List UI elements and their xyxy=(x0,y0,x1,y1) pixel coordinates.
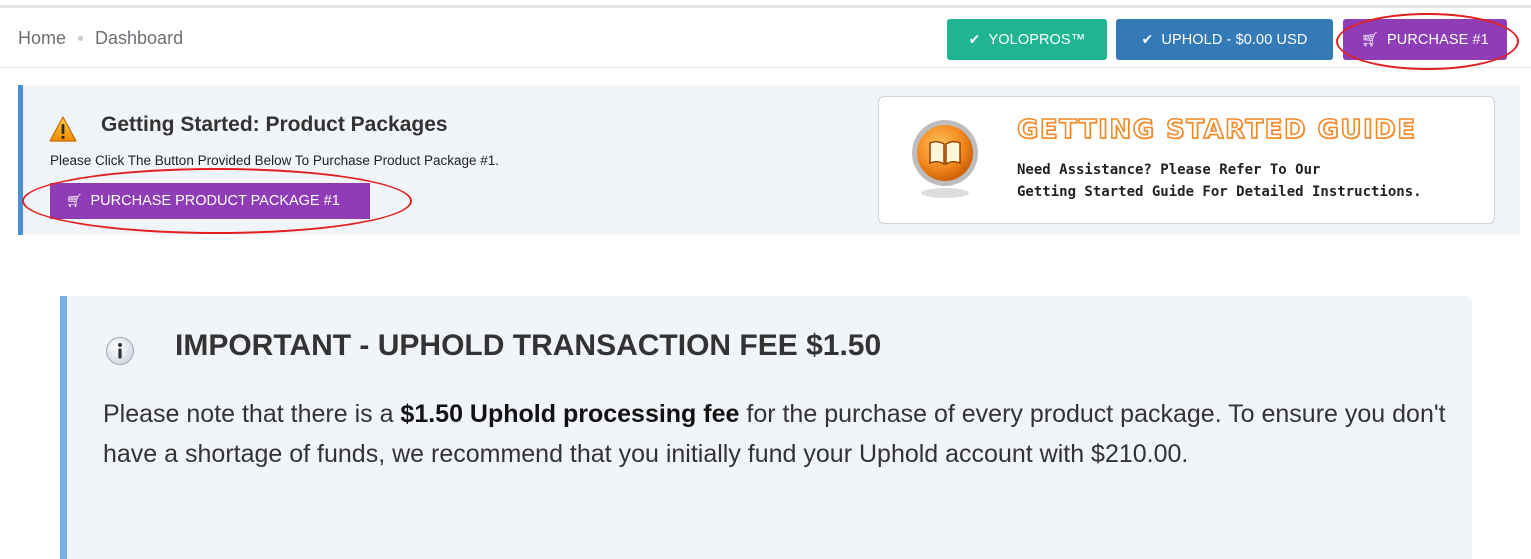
yolopros-label: YOLOPROS™ xyxy=(988,31,1086,48)
purchase-product-package-button[interactable]: 🛒︎ PURCHASE PRODUCT PACKAGE #1 xyxy=(50,183,370,219)
getting-started-title: Getting Started: Product Packages xyxy=(101,113,448,136)
guide-line-2: Getting Started Guide For Detailed Instr… xyxy=(1017,184,1422,200)
cart-icon: 🛒︎ xyxy=(1361,31,1380,47)
breadcrumb-current: Dashboard xyxy=(95,28,184,48)
check-icon: ✔ xyxy=(968,31,981,47)
guide-line-1: Need Assistance? Please Refer To Our xyxy=(1017,162,1321,178)
uphold-label: UPHOLD - $0.00 USD xyxy=(1161,31,1308,48)
purchase-product-package-label: PURCHASE PRODUCT PACKAGE #1 xyxy=(90,193,340,209)
guide-subtitle: Need Assistance? Please Refer To Our Get… xyxy=(1017,159,1422,203)
getting-started-guide-card[interactable]: GETTING STARTED GUIDE Need Assistance? P… xyxy=(878,96,1495,224)
important-body-bold: $1.50 Uphold processing fee xyxy=(400,400,740,428)
warning-icon xyxy=(49,116,77,142)
info-icon xyxy=(106,337,134,365)
getting-started-description: Please Click The Button Provided Below T… xyxy=(50,153,500,168)
breadcrumb: Home Dashboard xyxy=(18,28,183,49)
breadcrumb-separator xyxy=(78,36,84,41)
uphold-balance-button[interactable]: ✔ UPHOLD - $0.00 USD xyxy=(1116,19,1333,60)
purchase-label: PURCHASE #1 xyxy=(1387,31,1489,48)
purchase-button[interactable]: 🛒︎ PURCHASE #1 xyxy=(1343,19,1507,60)
important-title: IMPORTANT - UPHOLD TRANSACTION FEE $1.50 xyxy=(175,329,882,362)
guide-title: GETTING STARTED GUIDE xyxy=(1016,114,1417,146)
cart-icon: 🛒︎ xyxy=(66,193,83,208)
important-body-text-1: Please note that there is a xyxy=(103,400,401,428)
breadcrumb-home-link[interactable]: Home xyxy=(18,28,66,49)
book-icon xyxy=(912,120,978,198)
important-notice-panel: IMPORTANT - UPHOLD TRANSACTION FEE $1.50… xyxy=(60,296,1472,559)
yolopros-button[interactable]: ✔ YOLOPROS™ xyxy=(947,19,1107,60)
important-body: Please note that there is a $1.50 Uphold… xyxy=(103,394,1463,474)
check-icon: ✔ xyxy=(1141,31,1154,47)
